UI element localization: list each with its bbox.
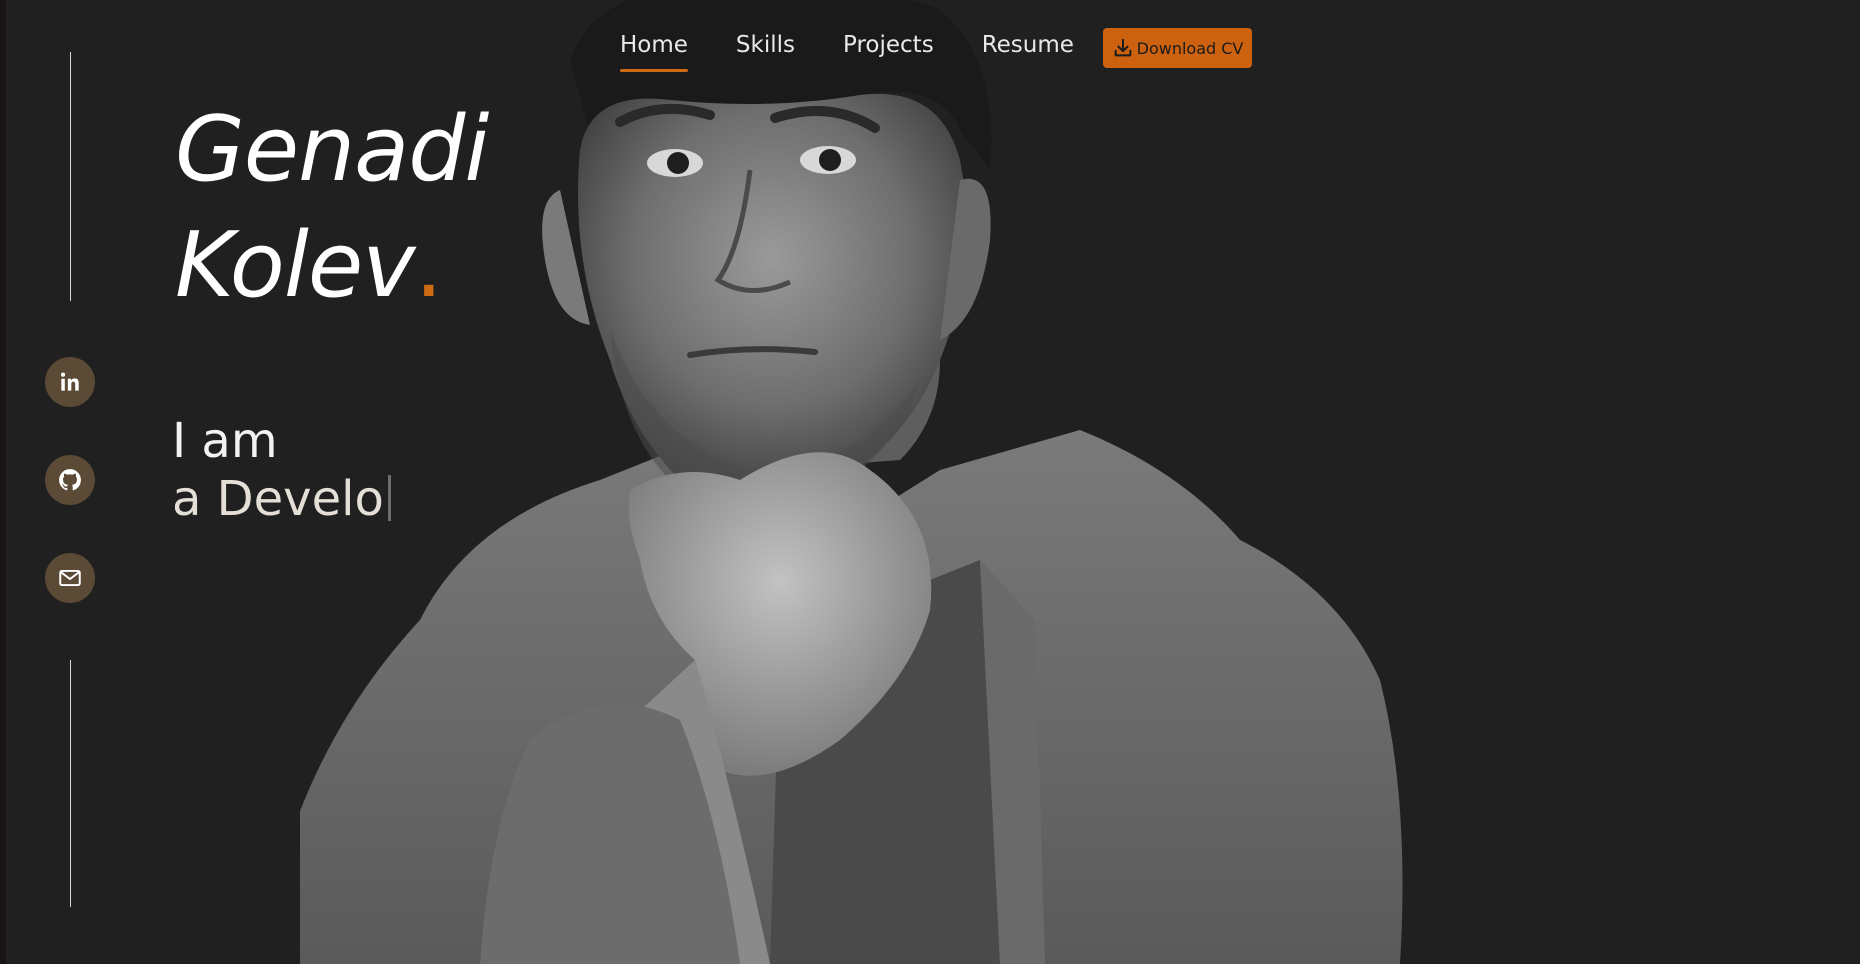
hero-dot: .	[414, 213, 444, 318]
hero-last-name-line: Kolev.	[175, 208, 488, 324]
mail-icon	[59, 569, 81, 587]
hero-last-name: Kolev	[175, 213, 416, 318]
github-icon	[59, 469, 81, 491]
intro-line-2-wrap: a Develo	[172, 470, 391, 528]
hero-name: Genadi Kolev.	[175, 92, 489, 324]
download-icon	[1114, 38, 1131, 57]
linkedin-icon	[61, 372, 79, 391]
rail-line-top	[70, 52, 71, 301]
main-nav: Home Skills Projects Resume	[620, 24, 1074, 74]
github-button[interactable]	[45, 455, 95, 505]
linkedin-button[interactable]	[45, 357, 95, 407]
nav-resume[interactable]: Resume	[982, 24, 1074, 72]
email-button[interactable]	[45, 553, 95, 603]
download-cv-button[interactable]: Download CV	[1103, 28, 1252, 68]
download-cv-label: Download CV	[1136, 38, 1244, 58]
intro-line-2: a Develo	[172, 471, 384, 527]
nav-projects[interactable]: Projects	[843, 24, 934, 72]
hero-intro: I am a Develo	[172, 412, 391, 528]
typing-cursor	[387, 475, 391, 521]
intro-line-1: I am	[172, 413, 278, 469]
nav-home[interactable]: Home	[620, 24, 688, 72]
page: Home Skills Projects Resume Download CV …	[0, 0, 1860, 964]
nav-skills[interactable]: Skills	[736, 24, 795, 72]
hero-first-name: Genadi	[175, 97, 489, 202]
rail-line-bottom	[70, 660, 71, 907]
left-edge	[0, 0, 6, 964]
portrait-image	[300, 0, 1403, 964]
